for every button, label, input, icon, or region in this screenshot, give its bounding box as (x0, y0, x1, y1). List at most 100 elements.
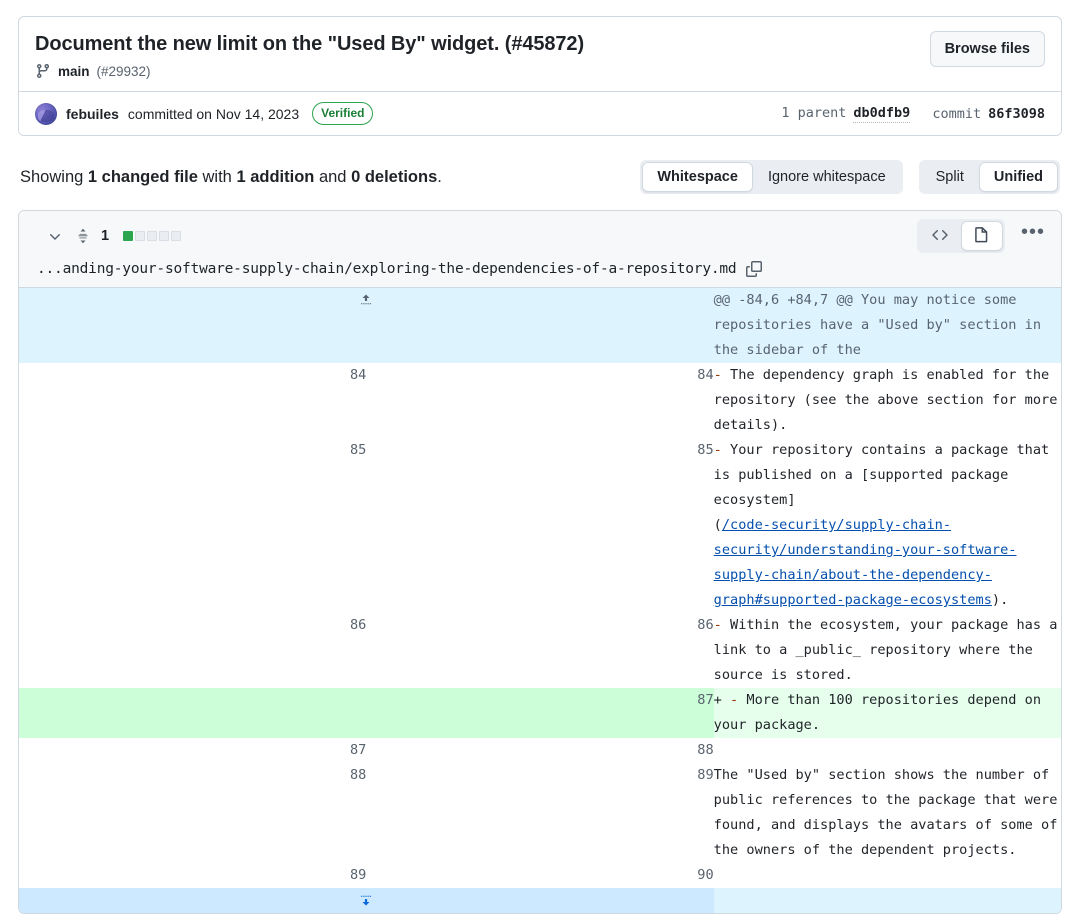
summary-prefix: Showing (20, 168, 88, 186)
pull-request-number[interactable]: (#29932) (97, 64, 151, 79)
expand-down-button[interactable] (19, 888, 714, 913)
line-number-new[interactable]: 87 (366, 688, 713, 738)
verified-badge[interactable]: Verified (312, 102, 373, 125)
commit-header-card: Document the new limit on the "Used By" … (18, 16, 1062, 136)
commit-title: Document the new limit on the "Used By" … (35, 31, 584, 57)
commit-sha-group: 1 parent db0dfb9 commit 86f3098 (781, 105, 1045, 123)
commit-label: commit (932, 106, 981, 122)
chevron-down-icon[interactable] (47, 228, 63, 244)
diff-line-content: - Your repository contains a package tha… (714, 438, 1061, 613)
markdown-link[interactable]: /code-security/supply-chain-security/und… (714, 517, 1017, 608)
whitespace-segmented-control: Whitespace Ignore whitespace (640, 160, 902, 194)
code-icon (932, 227, 948, 246)
parent-sha[interactable]: db0dfb9 (853, 105, 910, 123)
browse-files-button[interactable]: Browse files (930, 31, 1045, 67)
diff-line-content: - Within the ecosystem, your package has… (714, 613, 1061, 688)
diff-file-header-top: 1 (31, 219, 1049, 253)
line-number-old[interactable]: 89 (19, 863, 366, 888)
tab-whitespace[interactable]: Whitespace (642, 162, 753, 192)
table-row: 88 89 The "Used by" section shows the nu… (19, 763, 1061, 863)
line-number-old[interactable]: 84 (19, 363, 366, 438)
table-row: 87 88 (19, 738, 1061, 763)
summary-mid: with (198, 168, 237, 186)
table-row: 85 85 - Your repository contains a packa… (19, 438, 1061, 613)
copy-icon[interactable] (746, 261, 762, 277)
diff-file-card: 1 (18, 210, 1062, 914)
branch-name[interactable]: main (58, 64, 90, 79)
diff-line-content: - The dependency graph is enabled for th… (714, 363, 1061, 438)
summary-additions: 1 addition (236, 168, 314, 186)
expand-up-button[interactable] (19, 288, 714, 363)
table-row: 84 84 - The dependency graph is enabled … (19, 363, 1061, 438)
diff-hunk-header-row: @@ -84,6 +84,7 @@ You may notice some re… (19, 288, 1061, 363)
diff-table: @@ -84,6 +84,7 @@ You may notice some re… (19, 288, 1061, 913)
diff-file-header-left: 1 (31, 228, 181, 244)
line-number-old[interactable]: 88 (19, 763, 366, 863)
line-number-new[interactable]: 86 (366, 613, 713, 688)
diff-line-text: The dependency graph is enabled for the … (714, 367, 1062, 433)
tab-split[interactable]: Split (921, 162, 979, 192)
avatar[interactable] (35, 103, 57, 125)
diff-line-content (714, 863, 1061, 888)
author-name[interactable]: febuiles (66, 106, 119, 122)
git-branch-icon (35, 63, 51, 79)
commit-header-info: Document the new limit on the "Used By" … (35, 31, 584, 79)
commit-header-top: Document the new limit on the "Used By" … (19, 17, 1061, 91)
diff-toggles: Whitespace Ignore whitespace Split Unifi… (640, 160, 1060, 194)
table-row-added: 87 + - More than 100 repositories depend… (19, 688, 1061, 738)
diff-line-content: The "Used by" section shows the number o… (714, 763, 1061, 863)
diff-stat-icon[interactable] (75, 228, 91, 244)
diff-line-text-after: ). (992, 592, 1008, 608)
file-path-row: ...anding-your-software-supply-chain/exp… (31, 261, 1049, 277)
diff-stat-count: 1 (101, 228, 109, 244)
diff-summary-row: Showing 1 changed file with 1 addition a… (20, 160, 1060, 194)
line-number-new[interactable]: 89 (366, 763, 713, 863)
table-row: 86 86 - Within the ecosystem, your packa… (19, 613, 1061, 688)
line-number-new[interactable]: 88 (366, 738, 713, 763)
diff-stat-blocks (123, 231, 181, 241)
line-number-old[interactable]: 85 (19, 438, 366, 613)
markdown-list-dash: - (714, 442, 730, 458)
line-number-old[interactable]: 86 (19, 613, 366, 688)
commit-sha[interactable]: 86f3098 (988, 106, 1045, 122)
diff-file-header-right: ••• (917, 219, 1049, 253)
line-number-old[interactable]: 87 (19, 738, 366, 763)
summary-suffix: . (437, 168, 442, 186)
commit-author-group: febuiles committed on Nov 14, 2023 Verif… (35, 102, 373, 125)
summary-and: and (314, 168, 351, 186)
view-source-button[interactable] (919, 221, 961, 251)
commit-meta-row: febuiles committed on Nov 14, 2023 Verif… (19, 91, 1061, 135)
diff-file-header: 1 (19, 211, 1061, 288)
branch-row: main (#29932) (35, 63, 584, 79)
line-number-new[interactable]: 85 (366, 438, 713, 613)
diff-line-content (714, 738, 1061, 763)
tab-ignore-whitespace[interactable]: Ignore whitespace (753, 162, 901, 192)
diff-stat-block-empty (147, 231, 157, 241)
diff-stat-block-empty (159, 231, 169, 241)
file-path[interactable]: ...anding-your-software-supply-chain/exp… (37, 261, 736, 277)
diff-add-marker: + (714, 692, 730, 708)
file-view-segmented-control (917, 219, 1005, 253)
diff-line-text: Within the ecosystem, your package has a… (714, 617, 1062, 683)
line-number-old[interactable] (19, 688, 366, 738)
table-row: 89 90 (19, 863, 1061, 888)
line-number-new[interactable]: 84 (366, 363, 713, 438)
markdown-list-dash: - (714, 617, 730, 633)
diff-expand-bottom-filler (714, 888, 1061, 913)
parent-group: 1 parent db0dfb9 (781, 105, 910, 123)
view-rendered-button[interactable] (961, 221, 1003, 251)
tab-unified[interactable]: Unified (979, 162, 1058, 192)
diff-stat-block-added (123, 231, 133, 241)
line-number-new[interactable]: 90 (366, 863, 713, 888)
markdown-list-dash: - (730, 692, 746, 708)
summary-deletions: 0 deletions (351, 168, 437, 186)
diff-stat-block-empty (171, 231, 181, 241)
diff-expand-bottom-row (19, 888, 1061, 913)
diff-hunk-header-text: @@ -84,6 +84,7 @@ You may notice some re… (714, 288, 1061, 363)
expand-down-icon (358, 892, 374, 908)
markdown-list-dash: - (714, 367, 730, 383)
diff-view-segmented-control: Split Unified (919, 160, 1060, 194)
commit-date-text: committed on Nov 14, 2023 (128, 106, 299, 122)
file-options-kebab-menu[interactable]: ••• (1017, 222, 1049, 250)
diff-summary-text: Showing 1 changed file with 1 addition a… (20, 168, 442, 187)
